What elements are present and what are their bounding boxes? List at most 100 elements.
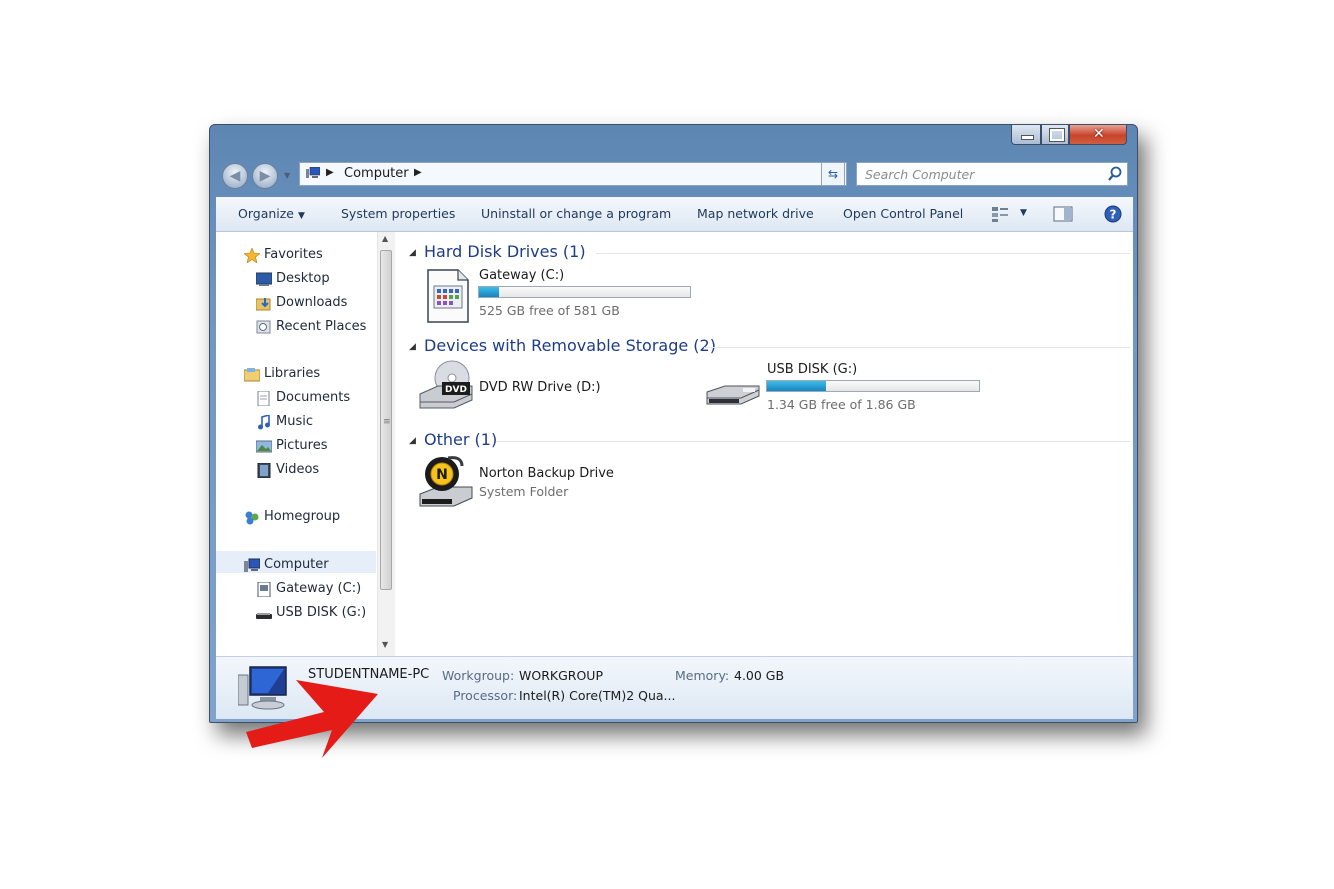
drive-free-space: 1.34 GB free of 1.86 GB <box>767 397 916 412</box>
search-placeholder: Search Computer <box>865 167 975 182</box>
view-options-dropdown[interactable]: ▼ <box>1020 208 1027 218</box>
libraries-icon <box>244 368 260 382</box>
collapse-triangle-icon[interactable]: ◢ <box>409 436 416 446</box>
pictures-icon <box>256 440 272 453</box>
sidebar-label: Downloads <box>276 295 348 310</box>
open-control-panel-button[interactable]: Open Control Panel <box>843 206 963 221</box>
caption-buttons: ✕ <box>1011 125 1129 147</box>
sidebar-item-recent-places[interactable]: Recent Places <box>256 319 367 334</box>
help-icon[interactable]: ? <box>1103 205 1123 223</box>
breadcrumb-separator-icon[interactable]: ▶ <box>326 167 334 178</box>
navigation-bar: ◀ ▶ ▼ ▶ Computer ▶ ▼ ⇆ Search Computer <box>210 157 1137 193</box>
scroll-down-icon[interactable]: ▼ <box>382 640 388 649</box>
drive-type: System Folder <box>479 484 569 499</box>
group-header-hdd[interactable]: Hard Disk Drives (1) <box>424 242 586 261</box>
group-header-other[interactable]: Other (1) <box>424 430 497 449</box>
back-button[interactable]: ◀ <box>222 163 248 189</box>
forward-button[interactable]: ▶ <box>252 163 278 189</box>
sidebar-label: USB DISK (G:) <box>276 605 367 620</box>
group-divider <box>704 347 1130 348</box>
navigation-scrollbar[interactable]: ▲ ≡ ▼ <box>377 232 395 656</box>
group-header-removable[interactable]: Devices with Removable Storage (2) <box>424 336 716 355</box>
command-bar: Organize ▼ System properties Uninstall o… <box>216 197 1133 232</box>
music-icon <box>258 415 270 430</box>
breadcrumb-separator-icon[interactable]: ▶ <box>414 167 422 178</box>
hard-drive-icon <box>427 269 469 323</box>
content-area: Favorites Desktop Downloads Recent Place… <box>216 232 1133 656</box>
navigation-pane: Favorites Desktop Downloads Recent Place… <box>216 232 376 656</box>
drive-name: Gateway (C:) <box>479 268 565 283</box>
minimize-icon <box>1021 135 1034 140</box>
memory-value: 4.00 GB <box>734 668 785 683</box>
sidebar-item-favorites[interactable]: Favorites <box>244 247 323 263</box>
collapse-triangle-icon[interactable]: ◢ <box>409 342 416 352</box>
sidebar-label: Videos <box>276 462 320 477</box>
sidebar-item-computer[interactable]: Computer <box>244 557 329 572</box>
sidebar-item-gateway[interactable]: Gateway (C:) <box>257 581 361 597</box>
memory-label: Memory: <box>675 668 730 683</box>
drive-free-space: 525 GB free of 581 GB <box>479 303 620 318</box>
downloads-folder-icon <box>256 298 271 311</box>
drive-name: Norton Backup Drive <box>479 466 614 481</box>
search-box[interactable]: Search Computer <box>856 162 1128 186</box>
close-icon: ✕ <box>1093 126 1105 142</box>
usb-drive-icon <box>256 613 272 619</box>
sidebar-item-desktop[interactable]: Desktop <box>256 271 330 286</box>
videos-icon <box>257 463 271 478</box>
svg-text:?: ? <box>1110 208 1117 222</box>
maximize-button[interactable] <box>1041 125 1069 145</box>
sidebar-item-pictures[interactable]: Pictures <box>256 438 328 453</box>
preview-pane-icon[interactable] <box>1053 205 1073 223</box>
sidebar-label: Recent Places <box>276 319 367 334</box>
explorer-window: ✕ ◀ ▶ ▼ ▶ Computer ▶ ▼ ⇆ Search Computer… <box>209 124 1138 723</box>
hard-drive-icon <box>257 582 271 597</box>
norton-backup-icon: N <box>419 456 473 507</box>
capacity-bar-fill <box>479 287 500 297</box>
computer-icon <box>306 167 320 178</box>
map-network-drive-button[interactable]: Map network drive <box>697 206 814 221</box>
chevron-down-icon: ▼ <box>297 211 305 221</box>
grip-icon: ≡ <box>383 417 390 427</box>
sidebar-item-libraries[interactable]: Libraries <box>244 366 320 382</box>
change-view-icon[interactable] <box>991 205 1011 223</box>
workgroup-value: WORKGROUP <box>519 668 603 683</box>
group-divider <box>496 441 1130 442</box>
sidebar-item-documents[interactable]: Documents <box>257 390 351 406</box>
close-button[interactable]: ✕ <box>1069 125 1127 145</box>
computer-icon <box>244 558 260 572</box>
collapse-triangle-icon[interactable]: ◢ <box>409 248 416 258</box>
system-properties-button[interactable]: System properties <box>341 206 455 221</box>
sidebar-item-homegroup[interactable]: Homegroup <box>245 509 341 525</box>
address-bar[interactable]: ▶ Computer ▶ ▼ <box>299 162 847 186</box>
dvd-drive-icon: DVD <box>419 360 473 409</box>
documents-icon <box>257 391 270 406</box>
workgroup-label: Workgroup: <box>442 668 515 683</box>
minimize-button[interactable] <box>1011 125 1041 145</box>
breadcrumb-computer[interactable]: Computer <box>344 166 409 181</box>
search-icon[interactable] <box>1107 165 1123 183</box>
recent-places-icon <box>256 320 271 334</box>
processor-label: Processor: <box>453 688 518 703</box>
sidebar-item-music[interactable]: Music <box>258 414 313 430</box>
sidebar-label: Pictures <box>276 438 328 453</box>
scroll-up-icon[interactable]: ▲ <box>382 234 388 243</box>
sidebar-item-videos[interactable]: Videos <box>257 462 320 478</box>
organize-menu[interactable]: Organize ▼ <box>238 206 305 221</box>
sidebar-label: Music <box>276 414 313 429</box>
group-divider <box>596 253 1130 254</box>
recent-pages-dropdown[interactable]: ▼ <box>284 171 290 180</box>
drives-pane: ◢ Hard Disk Drives (1) Gateway (C:) 525 <box>400 232 1133 656</box>
sidebar-item-usb-disk[interactable]: USB DISK (G:) <box>256 605 367 620</box>
uninstall-program-button[interactable]: Uninstall or change a program <box>481 206 671 221</box>
sidebar-label: Homegroup <box>264 509 341 524</box>
refresh-button[interactable]: ⇆ <box>821 162 845 186</box>
drive-name: DVD RW Drive (D:) <box>479 380 601 395</box>
sidebar-label: Documents <box>276 390 351 405</box>
svg-text:DVD: DVD <box>445 385 467 395</box>
capacity-bar <box>478 286 691 298</box>
svg-text:N: N <box>436 467 448 483</box>
sidebar-item-downloads[interactable]: Downloads <box>256 295 348 311</box>
desktop-icon <box>256 272 272 286</box>
homegroup-icon <box>245 511 259 525</box>
sidebar-label: Desktop <box>276 271 330 286</box>
